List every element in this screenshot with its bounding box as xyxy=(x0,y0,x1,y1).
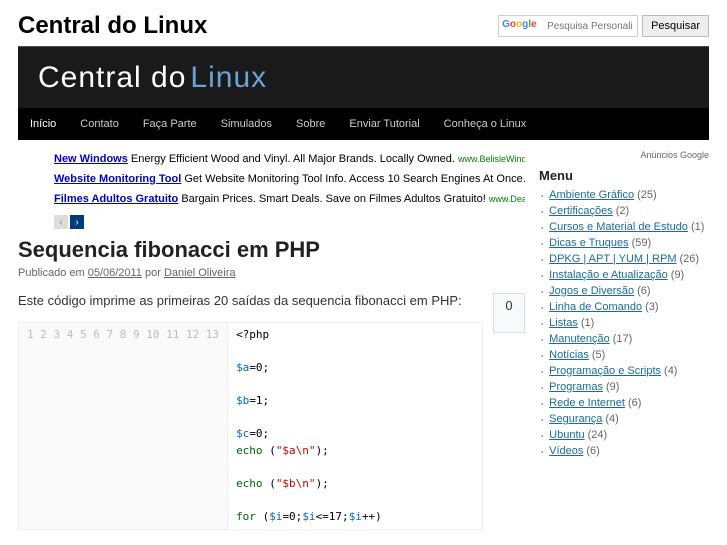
post-author[interactable]: Daniel Oliveira xyxy=(164,267,236,279)
sidebar-item: Rede e Internet(6) xyxy=(541,395,709,411)
sidebar-count: (9) xyxy=(671,269,684,281)
ads-block: New Windows Energy Efficient Wood and Vi… xyxy=(54,150,525,209)
nav-item[interactable]: Sobre xyxy=(284,118,337,130)
main-nav: InícioContatoFaça ParteSimuladosSobreEnv… xyxy=(18,108,709,140)
nav-item[interactable]: Conheça o Linux xyxy=(432,118,539,130)
sidebar-count: (5) xyxy=(592,349,605,361)
sidebar-item: Certificações(2) xyxy=(541,203,709,219)
post-intro: Este código imprime as primeiras 20 saíd… xyxy=(18,293,483,308)
sidebar-link[interactable]: Notícias xyxy=(549,349,589,361)
sidebar-count: (59) xyxy=(632,237,652,249)
sidebar-item: Segurança(4) xyxy=(541,411,709,427)
sidebar-item: Linha de Comando(3) xyxy=(541,299,709,315)
sidebar-count: (26) xyxy=(680,253,700,265)
banner-accent: Linux xyxy=(190,61,267,94)
ad-line: Website Monitoring Tool Get Website Moni… xyxy=(54,170,525,190)
sidebar-item: Notícias(5) xyxy=(541,347,709,363)
sidebar-item: Programas(9) xyxy=(541,379,709,395)
ad-title[interactable]: New Windows xyxy=(54,153,128,165)
sidebar-link[interactable]: Dicas e Truques xyxy=(549,237,628,249)
sidebar-item: Dicas e Truques (59) xyxy=(541,235,709,251)
ad-title[interactable]: Website Monitoring Tool xyxy=(54,173,181,185)
sidebar-item: Manutenção(17) xyxy=(541,331,709,347)
ad-title[interactable]: Filmes Adultos Gratuito xyxy=(54,193,178,205)
sidebar-count: (4) xyxy=(605,413,618,425)
sidebar-link[interactable]: Programas xyxy=(549,381,603,393)
ad-prev-icon[interactable]: ‹ xyxy=(54,215,68,229)
sidebar-count: (4) xyxy=(664,365,677,377)
sidebar-item: DPKG | APT | YUM | RPM (26) xyxy=(541,251,709,267)
header-banner: Central doLinux xyxy=(18,46,709,108)
ad-line: New Windows Energy Efficient Wood and Vi… xyxy=(54,150,525,170)
post-meta: Publicado em 05/06/2011 por Daniel Olive… xyxy=(18,267,525,279)
sidebar-count: (6) xyxy=(586,445,599,457)
ad-text: Energy Efficient Wood and Vinyl. All Maj… xyxy=(128,153,458,165)
sidebar-ad-label: Anúncios Google xyxy=(539,150,709,160)
sidebar-link[interactable]: Segurança xyxy=(549,413,602,425)
sidebar-link[interactable]: DPKG | APT | YUM | RPM xyxy=(549,253,676,265)
sidebar-menu: Ambiente Gráfico(25)Certificações(2)Curs… xyxy=(539,187,709,459)
sidebar-count: (2) xyxy=(616,205,629,217)
sidebar-count: (3) xyxy=(645,301,658,313)
sidebar-menu-title: Menu xyxy=(539,168,709,183)
sidebar-count: (25) xyxy=(637,189,657,201)
sidebar-item: Cursos e Material de Estudo(1) xyxy=(541,219,709,235)
post-date[interactable]: 05/06/2011 xyxy=(88,267,142,279)
sidebar-count: (6) xyxy=(628,397,641,409)
sidebar-count: (1) xyxy=(581,317,594,329)
sidebar-link[interactable]: Listas xyxy=(549,317,578,329)
sidebar-item: Ambiente Gráfico(25) xyxy=(541,187,709,203)
sidebar-item: Programação e Scripts(4) xyxy=(541,363,709,379)
sidebar-link[interactable]: Programação e Scripts xyxy=(549,365,661,377)
ad-url[interactable]: www.BelisleWindows.com xyxy=(458,154,525,164)
sidebar-item: Jogos e Diversão(6) xyxy=(541,283,709,299)
ad-line: Filmes Adultos Gratuito Bargain Prices. … xyxy=(54,190,525,210)
sidebar-item: Ubuntu (24) xyxy=(541,427,709,443)
code-block: 1 2 3 4 5 6 7 8 9 10 11 12 13 <?php $a=0… xyxy=(18,322,483,530)
sidebar-item: Vídeos(6) xyxy=(541,443,709,459)
ad-text: Bargain Prices. Smart Deals. Save on Fil… xyxy=(178,193,489,205)
share-count-box[interactable]: 0 xyxy=(493,293,525,333)
nav-item[interactable]: Simulados xyxy=(209,118,284,130)
sidebar-link[interactable]: Rede e Internet xyxy=(549,397,625,409)
sidebar-count: (6) xyxy=(637,285,650,297)
sidebar-count: (17) xyxy=(613,333,633,345)
ad-next-icon[interactable]: › xyxy=(70,215,84,229)
sidebar-link[interactable]: Jogos e Diversão xyxy=(549,285,634,297)
sidebar-link[interactable]: Certificações xyxy=(549,205,613,217)
sidebar-item: Instalação e Atualização(9) xyxy=(541,267,709,283)
nav-item[interactable]: Contato xyxy=(68,118,131,130)
code-lines: <?php $a=0; $b=1; $c=0; echo ("$a\n"); e… xyxy=(228,323,390,529)
sidebar-link[interactable]: Cursos e Material de Estudo xyxy=(549,221,688,233)
site-title[interactable]: Central do Linux xyxy=(18,12,207,40)
nav-item[interactable]: Faça Parte xyxy=(131,118,209,130)
search-button[interactable]: Pesquisar xyxy=(642,15,709,37)
sidebar-count: (9) xyxy=(606,381,619,393)
ad-text: Get Website Monitoring Tool Info. Access… xyxy=(181,173,525,185)
nav-item[interactable]: Enviar Tutorial xyxy=(337,118,431,130)
sidebar-link[interactable]: Instalação e Atualização xyxy=(549,269,668,281)
sidebar-count: (1) xyxy=(691,221,704,233)
sidebar-link[interactable]: Vídeos xyxy=(549,445,583,457)
sidebar-link[interactable]: Ambiente Gráfico xyxy=(549,189,634,201)
google-logo: Google xyxy=(502,19,536,30)
sidebar-link[interactable]: Linha de Comando xyxy=(549,301,642,313)
banner-main: Central do xyxy=(38,61,186,94)
nav-item[interactable]: Início xyxy=(18,118,68,130)
sidebar-count: (24) xyxy=(588,429,608,441)
sidebar-item: Listas(1) xyxy=(541,315,709,331)
post-title: Sequencia fibonacci em PHP xyxy=(18,237,525,263)
ad-url[interactable]: www.DealTime.com xyxy=(489,194,525,204)
sidebar-link[interactable]: Ubuntu xyxy=(549,429,584,441)
sidebar-link[interactable]: Manutenção xyxy=(549,333,610,345)
